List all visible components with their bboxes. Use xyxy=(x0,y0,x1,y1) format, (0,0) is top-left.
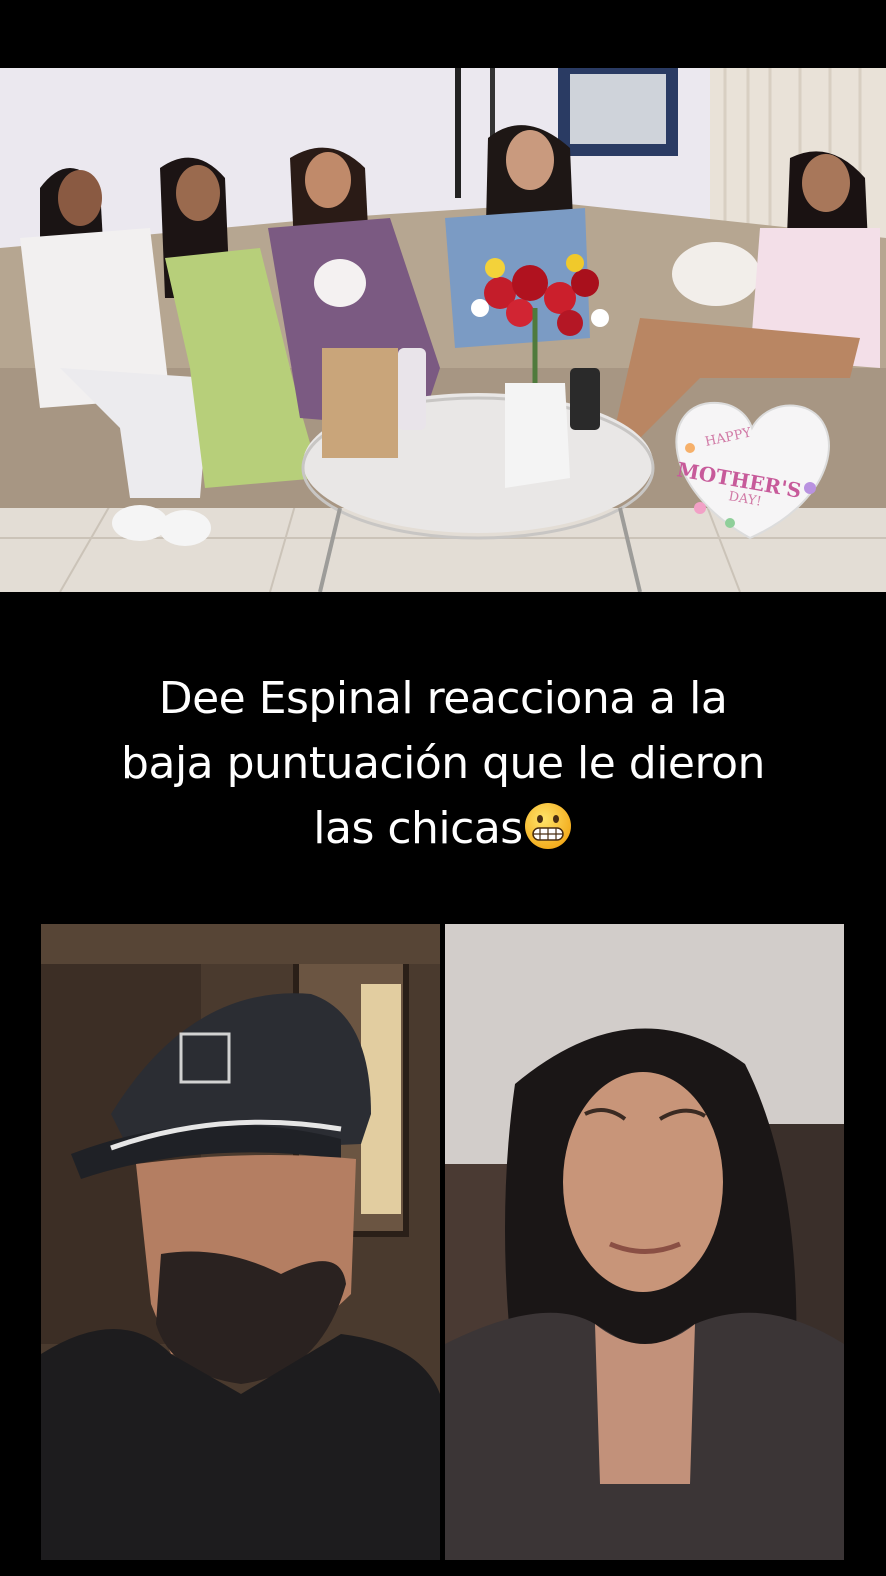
black-tumbler xyxy=(570,368,600,430)
video-pane-left xyxy=(41,924,440,1560)
pillow xyxy=(672,242,760,306)
grimacing-face-icon xyxy=(523,801,573,851)
vase xyxy=(505,383,570,488)
light-stand xyxy=(455,68,461,198)
caption-line-3-text: las chicas xyxy=(313,803,523,854)
tumbler xyxy=(398,348,426,430)
caption-line-2: baja puntuación que le dieron xyxy=(121,738,765,789)
talk-show-scene: HAPPY MOTHER'S DAY! xyxy=(0,68,886,592)
woman-scene xyxy=(445,924,844,1560)
teddy-bear xyxy=(314,259,366,307)
top-video-frame: HAPPY MOTHER'S DAY! xyxy=(0,68,886,592)
woman-face xyxy=(563,1072,723,1292)
gift-bag xyxy=(322,348,398,458)
man-in-cap-scene xyxy=(41,924,440,1560)
caption-line-3: las chicas xyxy=(40,796,846,861)
caption-line-1: Dee Espinal reacciona a la xyxy=(158,673,728,724)
video-caption: Dee Espinal reacciona a la baja puntuaci… xyxy=(40,666,846,861)
video-pane-right xyxy=(445,924,844,1560)
